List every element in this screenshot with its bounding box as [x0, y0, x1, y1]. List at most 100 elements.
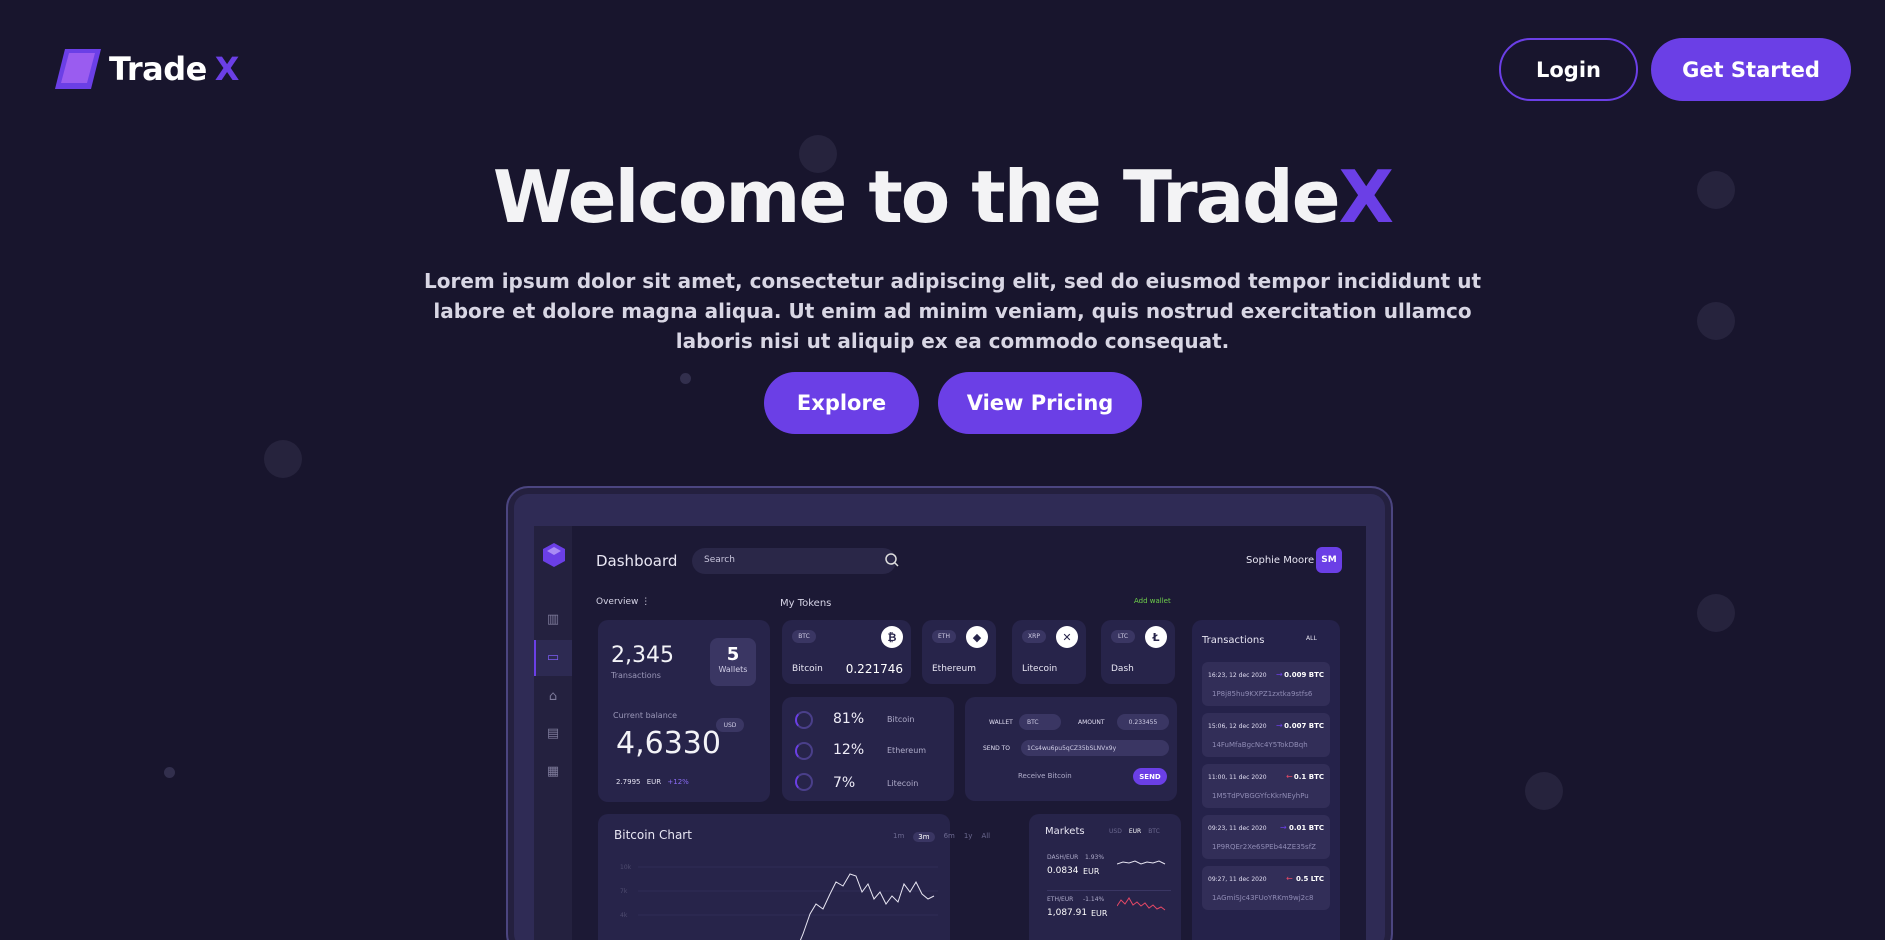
wallets-box[interactable]: 5 Wallets	[710, 638, 756, 686]
tx-hash: 1P9RQEr2Xe6SPEb44ZE35sfZ	[1212, 843, 1316, 851]
progress-ring	[795, 773, 813, 791]
market-change: 1.93%	[1085, 854, 1105, 861]
calendar-icon[interactable]: ▦	[544, 763, 562, 781]
token-card-eth[interactable]: ETH ◆ Ethereum	[922, 620, 996, 684]
transactions-title: Transactions	[1202, 635, 1265, 646]
list-item[interactable]: 09:27, 11 dec 2020 ← 0.5 LTC 1AGmiSJc43F…	[1202, 866, 1330, 910]
market-row[interactable]: DASH/EUR 1.93% 0.0834 EUR	[1047, 854, 1171, 888]
list-item[interactable]: 11:00, 11 dec 2020 ← 0.1 BTC 1M5TdPVBGGY…	[1202, 764, 1330, 808]
bitcoin-price-line	[638, 866, 938, 940]
token-code: XRP	[1022, 630, 1046, 643]
market-divider	[1047, 890, 1171, 891]
tab-usd[interactable]: USD	[1109, 828, 1122, 835]
decor-bubble	[1525, 772, 1563, 810]
overview-card: 2,345 Transactions 5 Wallets Current bal…	[598, 620, 770, 802]
news-icon[interactable]: ▤	[544, 725, 562, 743]
amount-input[interactable]: 0.233455	[1117, 714, 1169, 730]
view-pricing-button[interactable]: View Pricing	[938, 372, 1142, 434]
token-name: Ethereum	[932, 664, 976, 674]
send-to-input[interactable]: 1Cs4wu6pu5qCZ35bSLNVx9y	[1021, 740, 1169, 756]
wallet-icon[interactable]: ▭	[544, 649, 562, 667]
tab-range-6m[interactable]: 6m	[944, 832, 955, 842]
decor-bubble	[264, 440, 302, 478]
login-button[interactable]: Login	[1499, 38, 1638, 101]
overview-menu-icon[interactable]: ⋮	[641, 597, 650, 607]
chart-icon[interactable]: ▥	[544, 611, 562, 629]
list-item[interactable]: 15:06, 12 dec 2020 → 0.007 BTC 14FuMfaBg…	[1202, 713, 1330, 757]
allocation-name: Litecoin	[887, 779, 919, 788]
hero-title: Welcome to the TradeX	[0, 155, 1885, 239]
chart-y-tick: 7k	[620, 888, 628, 895]
wallets-count: 5	[726, 644, 740, 665]
market-currency-tabs: USD EUR BTC	[1109, 828, 1160, 835]
search-input[interactable]: Search	[692, 548, 896, 574]
decor-bubble	[1697, 302, 1735, 340]
balance-eur-row: 2.7995 EUR +12%	[616, 778, 689, 786]
tab-range-1y[interactable]: 1y	[964, 832, 973, 842]
token-card-btc[interactable]: BTC ₿ Bitcoin 0.221746	[782, 620, 911, 684]
arrow-left-icon: ←	[1286, 772, 1293, 781]
tx-time: 16:23, 12 dec 2020	[1208, 672, 1267, 679]
transactions-count-label: Transactions	[611, 671, 661, 680]
tab-eur[interactable]: EUR	[1129, 828, 1141, 835]
my-tokens-label: My Tokens	[780, 598, 832, 609]
list-item[interactable]: 16:23, 12 dec 2020 → 0.009 BTC 1P8j85hu9…	[1202, 662, 1330, 706]
allocation-name: Bitcoin	[887, 715, 915, 724]
arrow-right-icon: →	[1280, 823, 1287, 832]
xrp-icon: ✕	[1056, 626, 1078, 648]
tx-time: 09:23, 11 dec 2020	[1208, 825, 1267, 832]
balance-value: 4,6330	[616, 726, 721, 761]
progress-ring	[795, 742, 813, 760]
allocation-pct: 12%	[833, 742, 865, 758]
explore-button[interactable]: Explore	[764, 372, 919, 434]
arrow-left-icon: ←	[1286, 874, 1293, 883]
tab-btc[interactable]: BTC	[1148, 828, 1160, 835]
tx-amount: 0.01 BTC	[1289, 824, 1324, 832]
send-button[interactable]: SEND	[1133, 768, 1167, 785]
market-pair: DASH/EUR	[1047, 854, 1079, 861]
token-card-ltc[interactable]: LTC Ł Dash	[1101, 620, 1175, 684]
tx-hash: 14FuMfaBgcNc4Y5TokDBqh	[1212, 741, 1308, 749]
tx-hash: 1P8j85hu9KXPZ1zxtka9stfs6	[1212, 690, 1313, 698]
list-item[interactable]: 09:23, 11 dec 2020 → 0.01 BTC 1P9RQEr2Xe…	[1202, 815, 1330, 859]
bitcoin-chart-title: Bitcoin Chart	[614, 828, 692, 842]
tx-amount: 0.009 BTC	[1284, 671, 1324, 679]
receive-bitcoin-link[interactable]: Receive Bitcoin	[1018, 772, 1072, 780]
amount-field-label: AMOUNT	[1078, 719, 1105, 726]
search-icon[interactable]	[884, 552, 900, 568]
decor-bubble	[164, 767, 175, 778]
brand-logo[interactable]: Trade X	[55, 49, 239, 89]
tab-range-all[interactable]: All	[981, 832, 990, 842]
bitcoin-chart-card: Bitcoin Chart 1m 3m 6m 1y All 10k 7k 4k	[598, 814, 990, 940]
wallet-select[interactable]: BTC	[1019, 714, 1061, 730]
market-change: -1.14%	[1083, 896, 1105, 903]
avatar[interactable]: SM	[1316, 547, 1342, 573]
balance-eur-label: EUR	[646, 778, 662, 786]
tx-amount: 0.5 LTC	[1295, 875, 1324, 883]
litecoin-icon: Ł	[1145, 626, 1167, 648]
tx-amount: 0.007 BTC	[1284, 722, 1324, 730]
token-name: Bitcoin	[792, 664, 823, 674]
market-row[interactable]: ETH/EUR -1.14% 1,087.91 EUR	[1047, 896, 1171, 930]
dashboard-logo-icon	[543, 543, 565, 567]
token-code: ETH	[932, 630, 956, 643]
hero-title-accent: X	[1338, 155, 1394, 239]
current-balance-label: Current balance	[613, 711, 678, 720]
token-card-xrp[interactable]: XRP ✕ Litecoin	[1012, 620, 1086, 684]
allocation-pct: 7%	[833, 775, 856, 791]
brand-suffix: X	[214, 50, 240, 88]
arrow-right-icon: →	[1276, 721, 1283, 730]
tx-hash: 1M5TdPVBGGYfcKkrNEyhPu	[1212, 792, 1309, 800]
transactions-filter[interactable]: ALL	[1306, 635, 1317, 642]
hero-description: Lorem ipsum dolor sit amet, consectetur …	[423, 269, 1482, 353]
home-icon[interactable]: ⌂	[544, 688, 562, 706]
tx-hash: 1AGmiSJc43FUoYRKm9wj2c8	[1212, 894, 1314, 902]
get-started-button[interactable]: Get Started	[1651, 38, 1851, 101]
add-wallet-link[interactable]: Add wallet	[1134, 597, 1171, 605]
tab-range-3m[interactable]: 3m	[913, 832, 935, 842]
tx-time: 15:06, 12 dec 2020	[1208, 723, 1267, 730]
token-amount: 0.221746	[845, 662, 903, 676]
market-value: 1,087.91	[1047, 908, 1088, 918]
tab-range-1m[interactable]: 1m	[893, 832, 904, 842]
market-value: 0.0834	[1047, 866, 1079, 876]
